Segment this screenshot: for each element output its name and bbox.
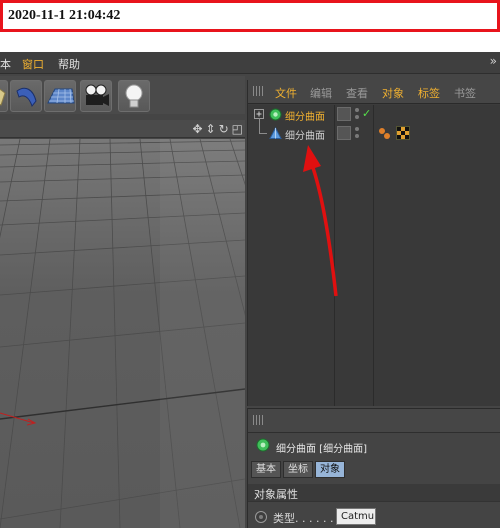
annotation-arrow xyxy=(303,145,338,297)
cinema4d-window: 本 窗口 帮助 » ✥ ⇕ ↻ ◰ 文件 编辑 查看 对象 标签 书签 细分曲面… xyxy=(0,52,500,528)
timestamp-text: 2020-11-1 21:04:42 xyxy=(8,8,121,23)
timestamp-banner: 2020-11-1 21:04:42 xyxy=(0,0,500,32)
